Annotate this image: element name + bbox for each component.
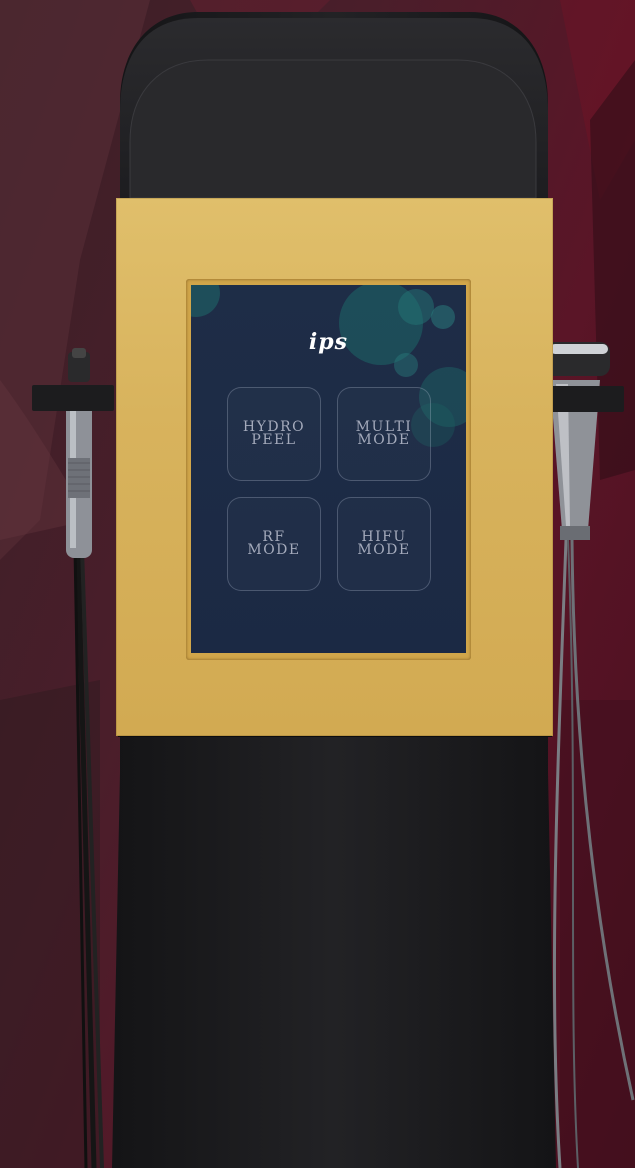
rf-mode-button[interactable]: RF MODE bbox=[227, 497, 321, 591]
multi-mode-button[interactable]: MULTI MODE bbox=[337, 387, 431, 481]
touch-screen: ips HYDRO PEEL MULTI MODE RF MODE HIFU M… bbox=[191, 285, 466, 653]
multi-mode-label-line2: MODE bbox=[357, 432, 411, 448]
left-handpiece-holder bbox=[32, 385, 114, 411]
hydro-peel-button[interactable]: HYDRO PEEL bbox=[227, 387, 321, 481]
left-handpiece-icon bbox=[66, 348, 104, 1169]
rf-mode-label-line2: MODE bbox=[247, 542, 301, 558]
hifu-mode-label-line2: MODE bbox=[357, 542, 411, 558]
hifu-mode-button[interactable]: HIFU MODE bbox=[337, 497, 431, 591]
brand-logo: ips bbox=[308, 329, 349, 355]
device-console: ips HYDRO PEEL MULTI MODE RF MODE HIFU M… bbox=[108, 12, 560, 1168]
hydro-peel-label-line2: PEEL bbox=[251, 432, 297, 448]
left-handpiece bbox=[32, 348, 112, 1169]
